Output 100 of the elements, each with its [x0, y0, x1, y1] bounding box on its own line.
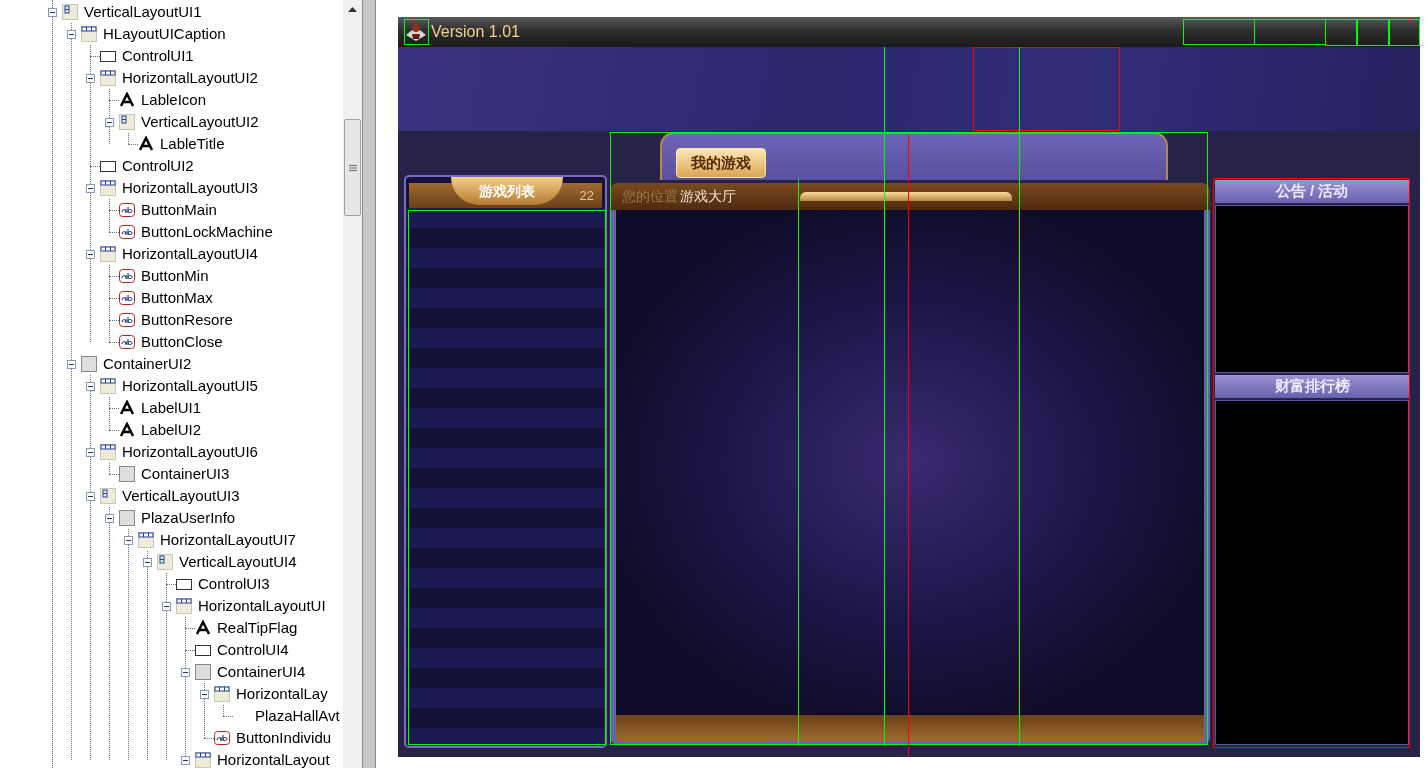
- panel-header: 公告 / 活动: [1215, 180, 1409, 203]
- collapse-toggle[interactable]: [86, 491, 95, 501]
- collapse-toggle[interactable]: [86, 447, 95, 457]
- collapse-toggle[interactable]: [48, 7, 57, 17]
- tree-item-label[interactable]: LabelUI2: [141, 418, 202, 442]
- collapse-toggle[interactable]: [124, 535, 133, 545]
- tree-item-label[interactable]: HorizontalLayoutUI5: [122, 374, 258, 398]
- tree-item-label[interactable]: VerticalLayoutUI4: [179, 550, 297, 574]
- tree-item-label[interactable]: ContainerUI4: [217, 660, 306, 684]
- collapse-toggle[interactable]: [67, 29, 76, 39]
- tab[interactable]: 我的游戏: [676, 148, 766, 178]
- button-icon: [119, 202, 135, 218]
- tree-item-label[interactable]: PlazaHallAvt: [255, 704, 340, 728]
- layout-outline: [1183, 19, 1255, 45]
- horizontal-layout-icon: [81, 26, 97, 42]
- control-icon: [100, 158, 116, 174]
- window-title: Version 1.01: [431, 22, 520, 42]
- collapse-toggle[interactable]: [86, 73, 95, 83]
- tree-item-label[interactable]: HorizontalLayoutUI: [198, 594, 326, 618]
- tree-item-label[interactable]: VerticalLayoutUI2: [141, 110, 259, 134]
- collapse-toggle[interactable]: [105, 117, 114, 127]
- tree-item-label[interactable]: HorizontalLayoutUI4: [122, 242, 258, 266]
- layout-outline: [1357, 19, 1389, 46]
- container-icon: [119, 510, 135, 526]
- collapse-toggle[interactable]: [86, 183, 95, 193]
- location-value: 游戏大厅: [680, 187, 736, 206]
- panel-header: 财富排行榜: [1215, 375, 1409, 398]
- tree-item-label[interactable]: ButtonIndividu: [236, 726, 332, 750]
- vertical-layout-icon: [119, 114, 135, 130]
- collapse-toggle[interactable]: [181, 667, 190, 677]
- tree-item-label[interactable]: PlazaUserInfo: [141, 506, 236, 530]
- scrollbar[interactable]: [343, 0, 362, 768]
- collapse-toggle[interactable]: [67, 359, 76, 369]
- button-icon: [119, 290, 135, 306]
- tree-item-label[interactable]: ButtonMin: [141, 264, 209, 288]
- tree-item-label[interactable]: HorizontalLay: [236, 682, 328, 706]
- horizontal-layout-icon: [214, 686, 230, 702]
- button-icon: [119, 312, 135, 328]
- layout-outline: [1389, 19, 1420, 46]
- tree-item-label[interactable]: LabelUI1: [141, 396, 202, 420]
- tree-item-label[interactable]: HorizontalLayoutUI7: [160, 528, 296, 552]
- horizontal-layout-icon: [100, 444, 116, 460]
- game-list-title: 游戏列表: [451, 177, 563, 205]
- tree-item-label[interactable]: ContainerUI3: [141, 462, 230, 486]
- horizontal-layout-icon: [138, 532, 154, 548]
- tree-item-label[interactable]: HLayoutUICaption: [103, 22, 226, 46]
- collapse-toggle[interactable]: [200, 689, 209, 699]
- collapse-toggle[interactable]: [162, 601, 171, 611]
- tree-item-label[interactable]: ContainerUI2: [103, 352, 192, 376]
- collapse-toggle[interactable]: [143, 557, 152, 567]
- control-icon: [195, 642, 211, 658]
- tree-item-label[interactable]: LableTitle: [160, 132, 225, 156]
- letter-a-icon: [138, 136, 154, 152]
- horizontal-layout-icon: [176, 598, 192, 614]
- letter-a-icon: [195, 620, 211, 636]
- tree-item-label[interactable]: HorizontalLayoutUI2: [122, 66, 258, 90]
- tree-item-label[interactable]: VerticalLayoutUI3: [122, 484, 240, 508]
- button-icon: [214, 730, 230, 746]
- container-icon: [195, 664, 211, 680]
- letter-a-icon: [119, 400, 135, 416]
- game-count: 22: [579, 186, 594, 205]
- letter-a-icon: [119, 422, 135, 438]
- location-label: 您的位置: [622, 187, 678, 206]
- tree-item-label[interactable]: ButtonResore: [141, 308, 233, 332]
- collapse-toggle[interactable]: [105, 513, 114, 523]
- collapse-toggle[interactable]: [86, 381, 95, 391]
- tree-item-label[interactable]: ControlUI1: [122, 44, 194, 68]
- tree-item-label[interactable]: ControlUI2: [122, 154, 194, 178]
- tree-item-label[interactable]: ButtonLockMachine: [141, 220, 273, 244]
- tree-item-label[interactable]: LableIcon: [141, 88, 207, 112]
- tree-item-label[interactable]: RealTipFlag: [217, 616, 298, 640]
- horizontal-layout-icon: [100, 180, 116, 196]
- horizontal-layout-icon: [100, 70, 116, 86]
- letter-a-icon: [119, 92, 135, 108]
- tree-item-label[interactable]: HorizontalLayoutUI3: [122, 176, 258, 200]
- button-icon: [119, 224, 135, 240]
- grip-icon: [348, 164, 357, 171]
- vertical-layout-icon: [100, 488, 116, 504]
- button-icon: [119, 334, 135, 350]
- horizontal-layout-icon: [100, 246, 116, 262]
- scroll-up-arrow-icon[interactable]: [348, 7, 357, 12]
- vertical-layout-icon: [62, 4, 78, 20]
- tree-item-label[interactable]: ButtonClose: [141, 330, 223, 354]
- tree-item-label[interactable]: HorizontalLayoutUI6: [122, 440, 258, 464]
- tree-item-label[interactable]: HorizontalLayout: [217, 748, 330, 768]
- horizontal-layout-icon: [100, 378, 116, 394]
- container-icon: [119, 466, 135, 482]
- container-icon: [81, 356, 97, 372]
- tree-item-label[interactable]: ButtonMain: [141, 198, 217, 222]
- tree-item-label[interactable]: VerticalLayoutUI1: [84, 0, 202, 24]
- vertical-layout-icon: [157, 554, 173, 570]
- control-icon: [100, 48, 116, 64]
- collapse-toggle[interactable]: [86, 249, 95, 259]
- control-icon: [176, 576, 192, 592]
- tree-item-label[interactable]: ControlUI4: [217, 638, 289, 662]
- collapse-toggle[interactable]: [181, 755, 190, 765]
- button-icon: [119, 268, 135, 284]
- tree-item-label[interactable]: ButtonMax: [141, 286, 213, 310]
- tree-item-label[interactable]: ControlUI3: [198, 572, 270, 596]
- scrollbar-thumb[interactable]: [344, 119, 361, 216]
